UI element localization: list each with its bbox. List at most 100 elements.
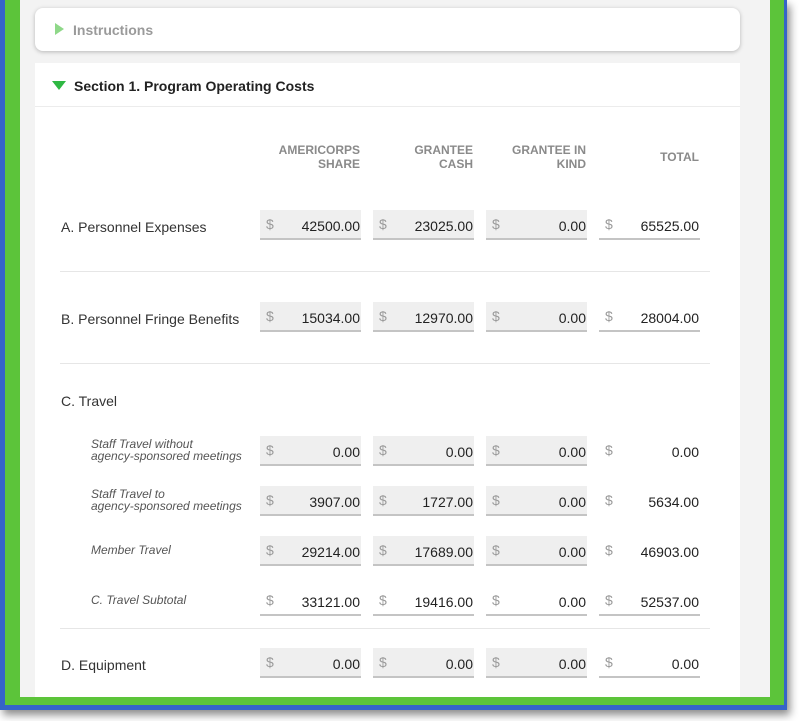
- dollar-sign: $: [379, 542, 387, 558]
- dollar-sign: $: [379, 442, 387, 458]
- fringe-total-field: $ 28004.00: [599, 302, 700, 332]
- member-travel-grantee-in-kind-field[interactable]: $ 0.00: [486, 536, 587, 566]
- dollar-sign: $: [379, 654, 387, 670]
- dollar-sign: $: [605, 492, 613, 508]
- field-value: 0.00: [558, 594, 586, 610]
- equipment-total-field: $ 0.00: [599, 648, 700, 678]
- dollar-sign: $: [266, 216, 274, 232]
- section-title[interactable]: Section 1. Program Operating Costs: [74, 78, 314, 94]
- travel-subtotal-total-field: $ 52537.00: [599, 586, 700, 616]
- field-value[interactable]: 1727.00: [422, 494, 473, 510]
- field-value[interactable]: 0.00: [446, 656, 473, 672]
- dollar-sign: $: [605, 216, 613, 232]
- staff-travel-to-total-field: $ 5634.00: [599, 486, 700, 516]
- dollar-sign: $: [492, 216, 500, 232]
- dollar-sign: $: [492, 442, 500, 458]
- dollar-sign: $: [266, 592, 274, 608]
- budget-page: Instructions Section 1. Program Operatin…: [20, 0, 770, 697]
- row-label-equipment: D. Equipment: [61, 657, 146, 673]
- field-value: 52537.00: [640, 594, 699, 610]
- instructions-panel[interactable]: Instructions: [35, 8, 740, 51]
- dollar-sign: $: [492, 308, 500, 324]
- dollar-sign: $: [605, 308, 613, 324]
- field-value: 19416.00: [414, 594, 473, 610]
- field-value[interactable]: 29214.00: [302, 544, 360, 560]
- field-value: 28004.00: [640, 310, 699, 326]
- personnel-grantee-in-kind-field[interactable]: $ 0.00: [486, 210, 587, 240]
- dollar-sign: $: [492, 592, 500, 608]
- collapse-triangle-icon[interactable]: [52, 81, 66, 90]
- row-divider: [60, 628, 710, 629]
- dollar-sign: $: [379, 308, 387, 324]
- row-label-member-travel: Member Travel: [91, 543, 171, 557]
- field-value: 65525.00: [640, 218, 699, 234]
- field-value[interactable]: 3907.00: [309, 494, 360, 510]
- personnel-americorps-share-field[interactable]: $ 42500.00: [260, 210, 361, 240]
- dollar-sign: $: [266, 442, 274, 458]
- equipment-grantee-in-kind-field[interactable]: $ 0.00: [486, 648, 587, 678]
- row-label-personnel-expenses: A. Personnel Expenses: [61, 219, 207, 235]
- field-value[interactable]: 0.00: [559, 656, 586, 672]
- equipment-grantee-cash-field[interactable]: $ 0.00: [373, 648, 474, 678]
- travel-subtotal-americorps-share-field: $ 33121.00: [260, 586, 361, 616]
- column-header-americorps-share: AMERICORPS SHARE: [278, 143, 360, 171]
- field-value[interactable]: 17689.00: [415, 544, 473, 560]
- staff-travel-to-grantee-in-kind-field[interactable]: $ 0.00: [486, 486, 587, 516]
- field-value[interactable]: 0.00: [559, 544, 586, 560]
- staff-travel-without-grantee-cash-field[interactable]: $ 0.00: [373, 436, 474, 466]
- expand-triangle-icon[interactable]: [55, 23, 64, 35]
- fringe-grantee-cash-field[interactable]: $ 12970.00: [373, 302, 474, 332]
- dollar-sign: $: [492, 654, 500, 670]
- dollar-sign: $: [492, 542, 500, 558]
- instructions-label[interactable]: Instructions: [73, 22, 153, 38]
- field-value: 0.00: [671, 444, 699, 460]
- column-header-total: TOTAL: [660, 150, 699, 164]
- row-divider: [60, 271, 710, 272]
- field-value[interactable]: 0.00: [559, 494, 586, 510]
- field-value[interactable]: 0.00: [333, 444, 360, 460]
- dollar-sign: $: [379, 592, 387, 608]
- field-value[interactable]: 12970.00: [415, 310, 473, 326]
- dollar-sign: $: [266, 654, 274, 670]
- personnel-grantee-cash-field[interactable]: $ 23025.00: [373, 210, 474, 240]
- personnel-total-field: $ 65525.00: [599, 210, 700, 240]
- section-program-operating-costs: Section 1. Program Operating Costs AMERI…: [35, 63, 740, 697]
- field-value[interactable]: 0.00: [559, 310, 586, 326]
- section-header[interactable]: Section 1. Program Operating Costs: [35, 63, 740, 107]
- dollar-sign: $: [379, 492, 387, 508]
- member-travel-total-field: $ 46903.00: [599, 536, 700, 566]
- column-header-grantee-cash: GRANTEE CASH: [414, 143, 473, 171]
- dollar-sign: $: [379, 216, 387, 232]
- field-value: 33121.00: [301, 594, 360, 610]
- row-label-travel-subtotal: C. Travel Subtotal: [91, 593, 187, 607]
- field-value[interactable]: 42500.00: [302, 218, 360, 234]
- staff-travel-without-total-field: $ 0.00: [599, 436, 700, 466]
- equipment-americorps-share-field[interactable]: $ 0.00: [260, 648, 361, 678]
- column-header-grantee-in-kind: GRANTEE IN KIND: [511, 143, 586, 171]
- field-value: 5634.00: [648, 494, 699, 510]
- staff-travel-to-grantee-cash-field[interactable]: $ 1727.00: [373, 486, 474, 516]
- dollar-sign: $: [492, 492, 500, 508]
- fringe-americorps-share-field[interactable]: $ 15034.00: [260, 302, 361, 332]
- staff-travel-without-grantee-in-kind-field[interactable]: $ 0.00: [486, 436, 587, 466]
- dollar-sign: $: [266, 492, 274, 508]
- staff-travel-without-americorps-share-field[interactable]: $ 0.00: [260, 436, 361, 466]
- dollar-sign: $: [605, 442, 613, 458]
- member-travel-grantee-cash-field[interactable]: $ 17689.00: [373, 536, 474, 566]
- fringe-grantee-in-kind-field[interactable]: $ 0.00: [486, 302, 587, 332]
- staff-travel-to-americorps-share-field[interactable]: $ 3907.00: [260, 486, 361, 516]
- travel-subtotal-grantee-cash-field: $ 19416.00: [373, 586, 474, 616]
- field-value[interactable]: 23025.00: [415, 218, 473, 234]
- dollar-sign: $: [605, 592, 613, 608]
- row-label-staff-travel-to: Staff Travel to agency-sponsored meeting…: [91, 487, 242, 513]
- dollar-sign: $: [605, 654, 613, 670]
- row-divider: [60, 363, 710, 364]
- dollar-sign: $: [266, 542, 274, 558]
- field-value[interactable]: 0.00: [446, 444, 473, 460]
- travel-subtotal-grantee-in-kind-field: $ 0.00: [486, 586, 587, 616]
- field-value[interactable]: 15034.00: [302, 310, 360, 326]
- member-travel-americorps-share-field[interactable]: $ 29214.00: [260, 536, 361, 566]
- field-value[interactable]: 0.00: [559, 444, 586, 460]
- field-value[interactable]: 0.00: [333, 656, 360, 672]
- field-value[interactable]: 0.00: [559, 218, 586, 234]
